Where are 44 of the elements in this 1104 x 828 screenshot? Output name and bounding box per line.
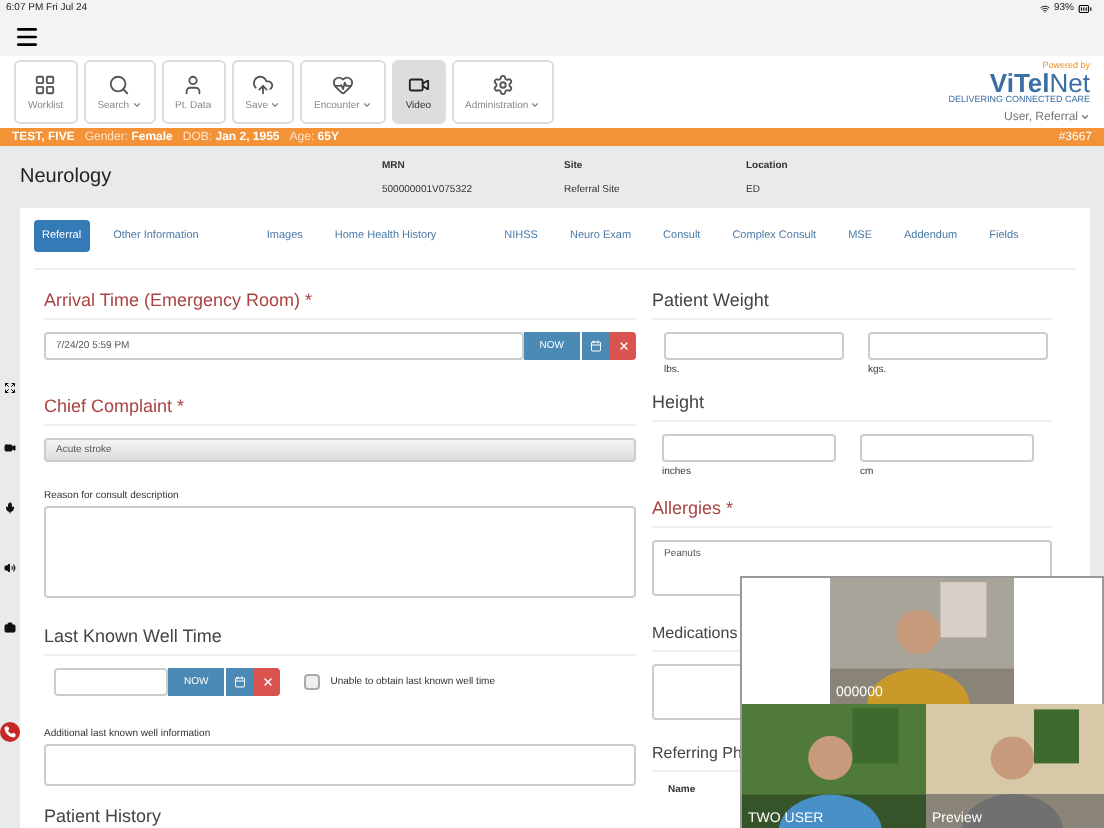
person-icon — [182, 73, 205, 95]
wifi-icon — [1039, 3, 1050, 13]
section-title: Allergies * — [652, 498, 1052, 528]
description-field[interactable] — [44, 506, 636, 598]
grid-icon — [34, 73, 57, 95]
clear-button[interactable] — [254, 668, 281, 696]
close-icon — [261, 676, 274, 688]
caret-icon — [131, 100, 142, 110]
section-title: Arrival Time (Emergency Room) * — [44, 290, 636, 320]
search-icon — [108, 73, 131, 95]
gear-icon — [491, 73, 514, 95]
weight-field[interactable] — [664, 332, 844, 360]
caret-icon — [361, 100, 372, 110]
camera-icon[interactable] — [4, 442, 16, 454]
speaker-icon[interactable] — [4, 562, 16, 574]
battery-icon — [1078, 1, 1092, 15]
cloud-upload-icon — [251, 73, 274, 95]
calendar-button[interactable] — [224, 668, 255, 696]
height-field[interactable] — [662, 434, 836, 462]
calendar-button[interactable] — [580, 332, 610, 360]
section-title: Chief Complaint * — [44, 396, 636, 426]
close-icon — [617, 340, 629, 352]
section-title: Height — [652, 392, 1052, 422]
caret-icon[interactable] — [1080, 112, 1090, 122]
section-title: Patient History — [44, 806, 636, 828]
last-known-well-field[interactable] — [54, 668, 168, 696]
additional-info-field[interactable] — [44, 744, 636, 786]
expand-icon[interactable] — [4, 382, 16, 394]
page-title: Neurology — [20, 166, 114, 188]
calendar-icon — [234, 676, 247, 688]
calendar-icon — [590, 340, 602, 352]
caret-icon — [270, 100, 281, 110]
weight-field[interactable] — [868, 332, 1048, 360]
heart-pulse-icon — [331, 73, 354, 95]
briefcase-icon[interactable] — [4, 622, 16, 634]
hang-up-button[interactable] — [0, 722, 20, 742]
clear-button[interactable] — [610, 332, 636, 360]
menu-icon[interactable] — [14, 23, 40, 49]
section-title: Last Known Well Time — [44, 626, 636, 656]
video-camera-icon — [407, 73, 430, 95]
section-title: Patient Weight — [652, 290, 1052, 320]
height-field[interactable] — [860, 434, 1034, 462]
caret-icon — [530, 100, 541, 110]
checkbox[interactable] — [304, 674, 321, 690]
